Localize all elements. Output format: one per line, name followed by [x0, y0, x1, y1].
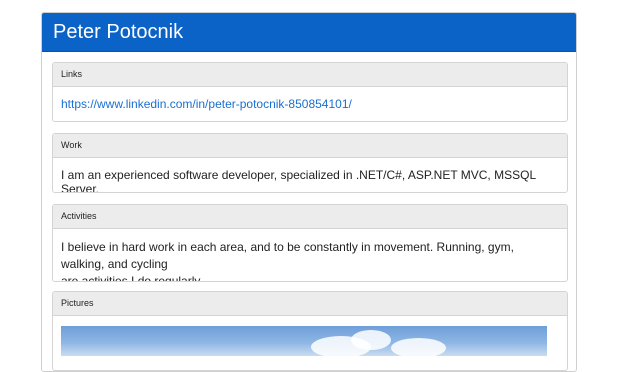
activities-text-line-1: I believe in hard work in each area, and…	[61, 240, 514, 271]
activities-text-line-2: are activities I do regularly.	[61, 274, 203, 282]
profile-header: Peter Potocnik	[42, 13, 576, 52]
activities-heading: Activities	[53, 205, 567, 229]
sky-photo	[61, 326, 547, 356]
work-heading: Work	[53, 134, 567, 158]
work-panel: Work I am an experienced software develo…	[52, 133, 568, 193]
pictures-panel: Pictures	[52, 291, 568, 371]
profile-title: Peter Potocnik	[53, 21, 184, 43]
linkedin-link[interactable]: https://www.linkedin.com/in/peter-potocn…	[61, 97, 352, 111]
activities-panel: Activities I believe in hard work in eac…	[52, 204, 568, 282]
links-panel: Links https://www.linkedin.com/in/peter-…	[52, 62, 568, 122]
work-text: I am an experienced software developer, …	[61, 168, 536, 193]
profile-card: Peter Potocnik Links https://www.linkedi…	[41, 12, 577, 372]
links-heading: Links	[53, 63, 567, 87]
pictures-heading: Pictures	[53, 292, 567, 316]
